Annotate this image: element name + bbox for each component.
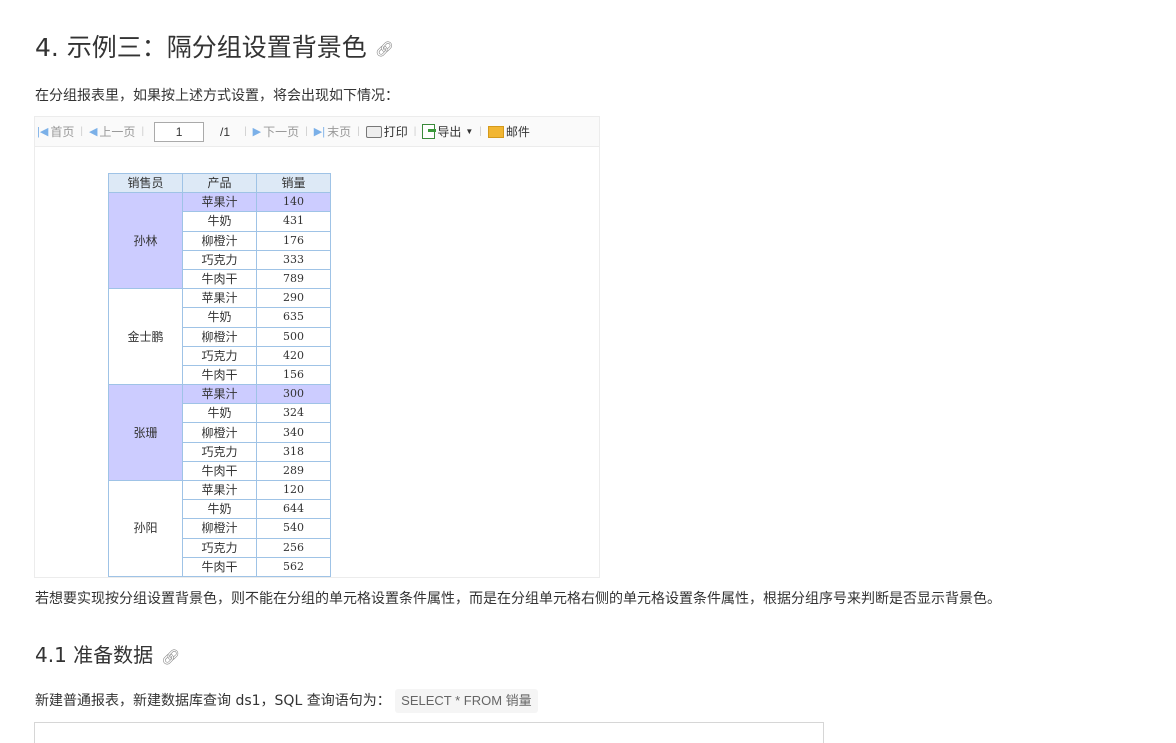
first-page-label: 首页	[50, 125, 75, 139]
product-cell: 巧克力	[182, 345, 257, 366]
product-cell: 柳橙汁	[182, 230, 257, 251]
section-heading: 4. 示例三：隔分组设置背景色 🔗︎	[35, 30, 394, 67]
prev-page-label: 上一页	[99, 125, 136, 139]
product-cell: 牛肉干	[182, 460, 257, 482]
toolbar-divider: |	[80, 126, 83, 137]
report-table: 销售员 产品 销量 孙林 苹果汁 140 牛奶 431 柳橙汁 176 巧克力 333 牛肉干 78…	[108, 172, 331, 577]
code-block-edge	[34, 722, 824, 743]
product-cell: 牛肉干	[182, 268, 257, 290]
export-label: 导出	[437, 125, 462, 139]
toolbar-divider: |	[244, 126, 247, 137]
mail-icon	[487, 125, 504, 138]
report-table-body: 孙林 苹果汁 140 牛奶 431 柳橙汁 176 巧克力 333 牛肉干 789 金士鹏 苹果汁 290…	[108, 192, 331, 577]
table-row: 张珊 苹果汁 300	[108, 384, 331, 481]
table-row: 孙林 苹果汁 140	[108, 192, 331, 290]
mail-button[interactable]: 邮件	[486, 123, 532, 140]
product-cell: 苹果汁	[182, 288, 257, 309]
first-page-button[interactable]: |◀ 首页	[35, 123, 76, 140]
column-header: 产品	[182, 172, 257, 194]
quantity-cell: 176	[256, 230, 331, 251]
next-page-button[interactable]: ▶ 下一页	[251, 123, 301, 140]
seller-cell: 张珊	[108, 384, 183, 481]
quantity-cell: 140	[256, 192, 331, 213]
prepare-text: 新建普通报表，新建数据库查询 ds1，SQL 查询语句为：	[35, 693, 391, 709]
product-cell: 牛奶	[182, 211, 257, 232]
export-icon	[422, 124, 437, 139]
quantity-cell: 289	[256, 460, 331, 482]
print-label: 打印	[383, 125, 408, 139]
section-title: 4. 示例三：隔分组设置背景色	[35, 33, 367, 62]
quantity-cell: 290	[256, 288, 331, 309]
product-cell: 牛奶	[182, 403, 257, 424]
print-button[interactable]: 打印	[364, 123, 410, 140]
seller-cell: 孙阳	[108, 480, 183, 577]
mail-label: 邮件	[505, 125, 530, 139]
quantity-cell: 540	[256, 518, 331, 539]
product-cell: 柳橙汁	[182, 518, 257, 539]
quantity-cell: 562	[256, 556, 331, 577]
quantity-cell: 635	[256, 307, 331, 328]
product-cell: 牛奶	[182, 307, 257, 328]
chevron-down-icon: ▼	[465, 127, 474, 136]
quantity-cell: 420	[256, 345, 331, 366]
product-cell: 苹果汁	[182, 479, 257, 501]
next-page-label: 下一页	[263, 125, 300, 139]
toolbar-divider: |	[479, 126, 482, 137]
last-page-button[interactable]: ▶| 末页	[312, 123, 353, 140]
quantity-cell: 256	[256, 537, 331, 558]
column-header: 销售员	[108, 172, 183, 194]
quantity-cell: 333	[256, 249, 331, 270]
table-row: 金士鹏 苹果汁 290	[108, 288, 331, 386]
last-page-label: 末页	[327, 125, 352, 139]
page-total: /1	[220, 124, 231, 139]
product-cell: 巧克力	[182, 249, 257, 270]
subsection-heading: 4.1 准备数据 🔗︎	[35, 640, 180, 672]
quantity-cell: 120	[256, 479, 331, 501]
quantity-cell: 500	[256, 326, 331, 347]
toolbar-divider: |	[357, 126, 360, 137]
export-button[interactable]: 导出 ▼	[420, 123, 475, 140]
quantity-cell: 644	[256, 499, 331, 520]
last-page-icon: ▶|	[313, 126, 326, 138]
product-cell: 牛奶	[182, 499, 257, 520]
table-row: 孙阳 苹果汁 120	[108, 479, 331, 577]
toolbar-divider: |	[141, 126, 145, 137]
quantity-cell: 324	[256, 403, 331, 424]
quantity-cell: 789	[256, 268, 331, 290]
subsection-title: 4.1 准备数据	[35, 643, 154, 667]
quantity-cell: 156	[256, 364, 331, 386]
table-header-row: 销售员 产品 销量	[108, 172, 331, 194]
explain-paragraph: 若想要实现按分组设置背景色，则不能在分组的单元格设置条件属性，而是在分组单元格右…	[35, 591, 1001, 607]
quantity-cell: 340	[256, 422, 331, 443]
quantity-cell: 300	[256, 384, 331, 405]
product-cell: 牛肉干	[182, 556, 257, 577]
prev-page-button[interactable]: ◀ 上一页	[87, 123, 137, 140]
link-icon[interactable]: 🔗︎	[375, 40, 394, 58]
product-cell: 柳橙汁	[182, 326, 257, 347]
quantity-cell: 318	[256, 441, 331, 462]
next-page-icon: ▶	[252, 126, 262, 138]
first-page-icon: |◀	[37, 126, 49, 138]
printer-icon	[365, 125, 382, 138]
intro-paragraph: 在分组报表里，如果按上述方式设置，将会出现如下情况：	[35, 88, 399, 104]
prepare-paragraph: 新建普通报表，新建数据库查询 ds1，SQL 查询语句为： SELECT * F…	[35, 689, 538, 713]
product-cell: 牛肉干	[182, 364, 257, 386]
link-icon[interactable]: 🔗︎	[161, 648, 180, 666]
report-preview: |◀ 首页 | ◀ 上一页 | /1 | ▶ 下一页 | ▶| 末页 | 打印 …	[34, 116, 600, 578]
product-cell: 苹果汁	[182, 384, 257, 405]
sql-code: SELECT * FROM 销量	[395, 689, 538, 713]
toolbar-divider: |	[305, 126, 308, 137]
seller-cell: 孙林	[108, 192, 183, 290]
page-number-input[interactable]	[154, 121, 205, 142]
product-cell: 巧克力	[182, 441, 257, 462]
toolbar-divider: |	[413, 126, 417, 137]
report-toolbar: |◀ 首页 | ◀ 上一页 | /1 | ▶ 下一页 | ▶| 末页 | 打印 …	[35, 117, 599, 147]
seller-cell: 金士鹏	[108, 288, 183, 386]
prev-page-icon: ◀	[88, 126, 98, 138]
column-header: 销量	[256, 172, 331, 194]
product-cell: 苹果汁	[182, 192, 257, 213]
quantity-cell: 431	[256, 211, 331, 232]
product-cell: 柳橙汁	[182, 422, 257, 443]
product-cell: 巧克力	[182, 537, 257, 558]
